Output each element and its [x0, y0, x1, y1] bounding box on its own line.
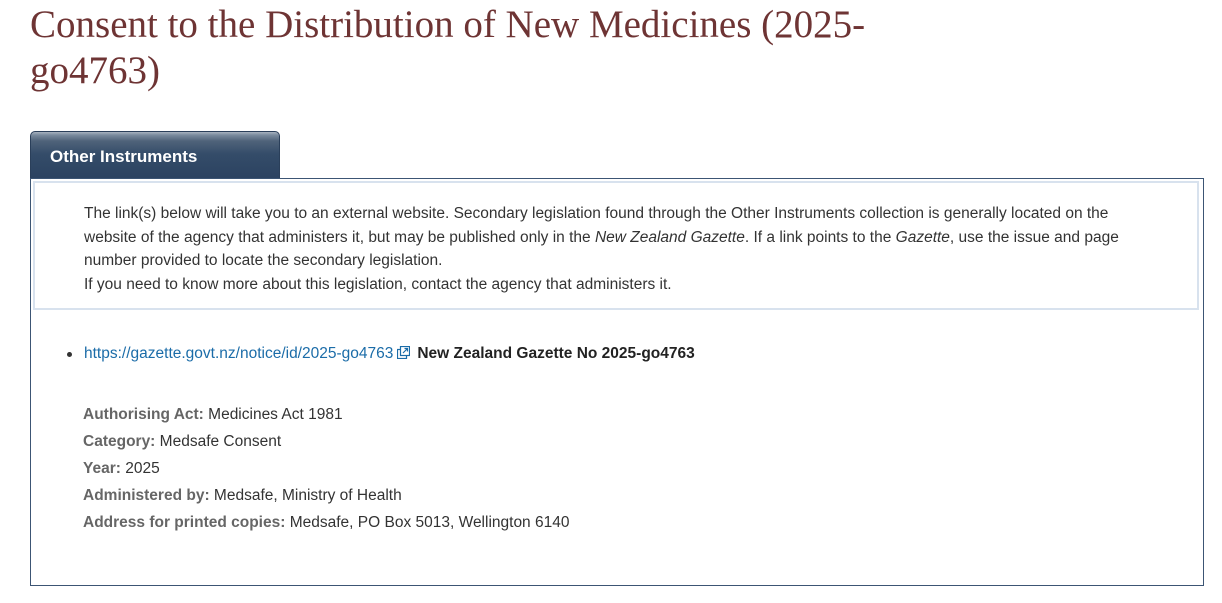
tab-other-instruments[interactable]: Other Instruments: [30, 131, 280, 179]
detail-label: Address for printed copies:: [83, 514, 286, 531]
detail-year: Year: 2025: [83, 455, 569, 482]
instrument-link-list: https://gazette.govt.nz/notice/id/2025-g…: [64, 343, 695, 365]
external-link-notice: The link(s) below will take you to an ex…: [33, 181, 1199, 310]
other-instruments-panel: The link(s) below will take you to an ex…: [30, 178, 1204, 586]
notice-gazette-short: Gazette: [895, 228, 950, 246]
detail-label: Authorising Act:: [83, 406, 204, 423]
detail-value: Medsafe Consent: [159, 433, 282, 450]
page-title: Consent to the Distribution of New Medic…: [30, 3, 866, 92]
detail-category: Category: Medsafe Consent: [83, 428, 569, 455]
detail-address: Address for printed copies: Medsafe, PO …: [83, 509, 569, 536]
detail-value: Medicines Act 1981: [208, 406, 343, 423]
detail-label: Administered by:: [83, 487, 210, 504]
gazette-title: New Zealand Gazette No 2025-go4763: [417, 345, 695, 362]
detail-label: Year:: [83, 460, 121, 477]
external-link-icon[interactable]: [397, 344, 411, 360]
detail-value: 2025: [125, 460, 160, 477]
detail-label: Category:: [83, 433, 156, 450]
bullet: [67, 352, 72, 357]
detail-value: Medsafe, Ministry of Health: [213, 487, 402, 504]
notice-gazette-name: New Zealand Gazette: [594, 228, 745, 246]
notice-paragraph: The link(s) below will take you to an ex…: [84, 202, 1159, 273]
gazette-notice-link[interactable]: https://gazette.govt.nz/notice/id/2025-g…: [84, 345, 393, 362]
instrument-details: Authorising Act: Medicines Act 1981 Cate…: [83, 401, 569, 536]
detail-administered-by: Administered by: Medsafe, Ministry of He…: [83, 482, 569, 509]
notice-text-2: . If a link points to the: [744, 228, 896, 246]
notice-contact-line: If you need to know more about this legi…: [84, 275, 672, 293]
detail-authorising-act: Authorising Act: Medicines Act 1981: [83, 401, 569, 428]
detail-value: Medsafe, PO Box 5013, Wellington 6140: [289, 514, 570, 531]
list-item: https://gazette.govt.nz/notice/id/2025-g…: [64, 343, 695, 365]
